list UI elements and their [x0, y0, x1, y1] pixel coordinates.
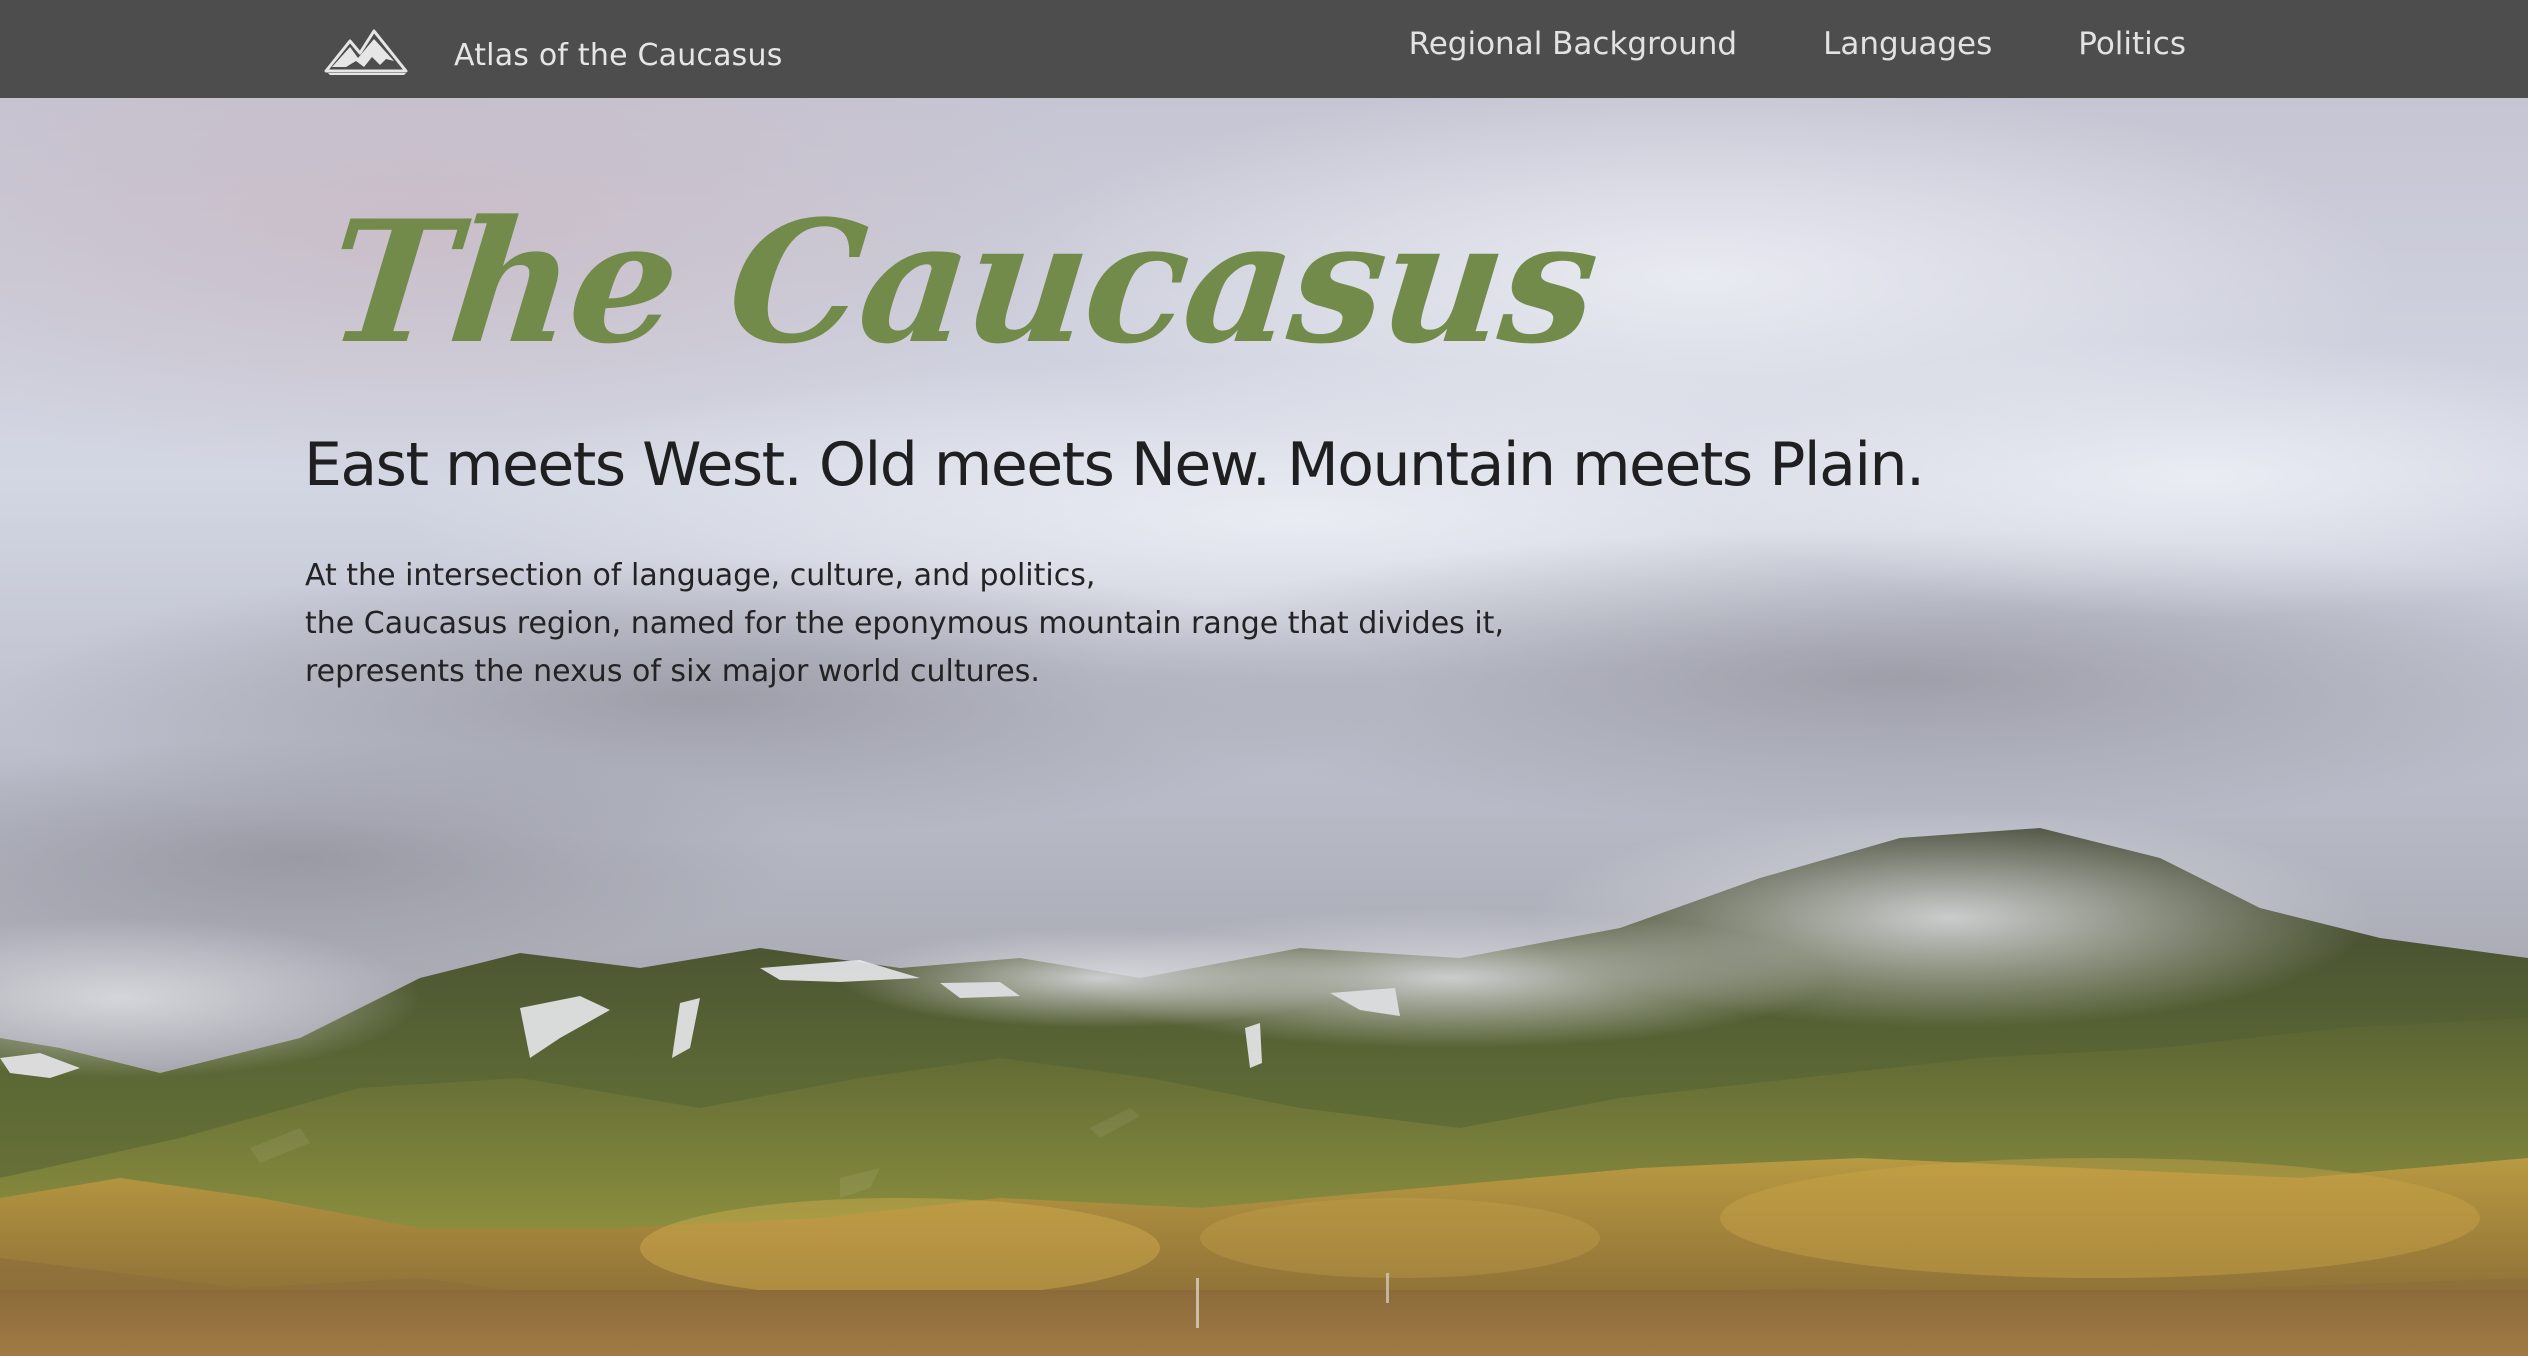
- hero-section: The Caucasus East meets West. Old meets …: [0, 98, 2528, 1356]
- nav-link-regional-background[interactable]: Regional Background: [1409, 26, 1738, 62]
- hero-description-line: At the intersection of language, culture…: [305, 558, 1096, 593]
- main-nav: Regional Background Languages Politics: [1323, 0, 2186, 88]
- mountain-logo-icon: [324, 29, 408, 75]
- page: Atlas of the Caucasus Regional Backgroun…: [0, 0, 2528, 1356]
- brand-name: Atlas of the Caucasus: [454, 37, 783, 73]
- top-navbar: Atlas of the Caucasus Regional Backgroun…: [0, 0, 2528, 98]
- brand-link[interactable]: Atlas of the Caucasus: [324, 16, 783, 88]
- hero-description: At the intersection of language, culture…: [305, 552, 1805, 696]
- hero-tagline: East meets West. Old meets New. Mountain…: [304, 430, 1925, 500]
- hero-title: The Caucasus: [319, 183, 1605, 381]
- nav-link-languages[interactable]: Languages: [1823, 26, 1992, 62]
- nav-link-politics[interactable]: Politics: [2078, 26, 2186, 62]
- hero-description-line: represents the nexus of six major world …: [305, 654, 1040, 689]
- hero-description-line: the Caucasus region, named for the epony…: [305, 606, 1504, 641]
